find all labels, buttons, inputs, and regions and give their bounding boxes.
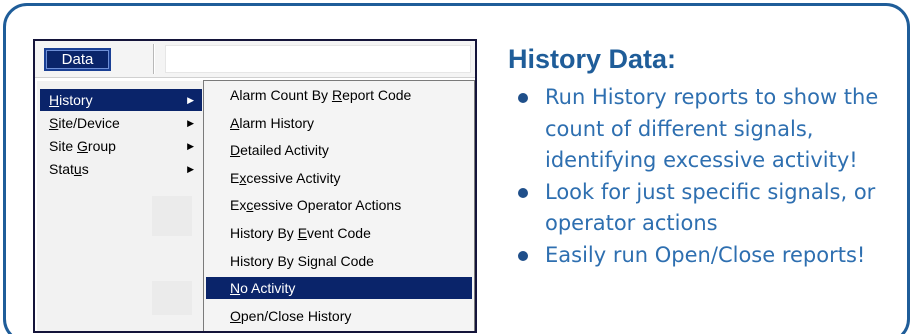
label-text: larm History [239,114,315,131]
feature-bullet: Look for just specific signals, or opera… [512,177,892,240]
label-text: nal Code [317,252,374,269]
label-text: etailed Activity [240,142,329,159]
submenu-arrow-icon: ▶ [187,118,194,128]
history-item-alarm-count-by-report-code[interactable]: Alarm Count By Report Code [206,84,472,106]
bullet-dot-icon [518,187,528,198]
submenu-arrow-icon: ▶ [187,164,194,174]
label-text: s [81,161,89,177]
label-text: Site [49,138,78,154]
data-submenu: History ▶ Site/Device ▶ Site Group ▶ Status ▶ [37,81,205,331]
menu-bar: Data [35,41,475,78]
feature-bullet: Run History reports to show the count of… [512,82,892,177]
submenu-arrow-icon: ▶ [187,141,194,151]
mnemonic-letter: N [230,280,241,297]
label-text: Alarm Count By [230,87,332,103]
label-text: vent Code [307,225,371,241]
mnemonic-letter: H [49,92,60,108]
label-text: Stat [49,161,74,177]
section-heading: History Data: [508,44,677,74]
mnemonic-letter: D [230,142,241,159]
label-text: istory [59,92,93,108]
bullet-dot-icon [518,250,528,261]
bullet-text: Run History reports to show the count of… [545,85,879,172]
label-text: History By Si [230,252,311,269]
toolbar-blank-area [165,45,471,73]
background-blur [152,196,192,236]
label-text: o Activity [240,280,296,297]
history-item-excessive-activity[interactable]: Excessive Activity [206,167,472,189]
submenu-item-history[interactable]: History ▶ [40,89,202,111]
data-menu-button[interactable]: Data [44,48,111,71]
label-text: ite/Device [58,115,120,131]
history-item-alarm-history[interactable]: Alarm History [206,112,472,134]
history-item-excessive-operator-actions[interactable]: Excessive Operator Actions [206,194,472,216]
mnemonic-letter: O [230,307,241,324]
mnemonic-letter: A [230,114,240,131]
submenu-item-site-device[interactable]: Site/Device ▶ [40,112,202,134]
label-text: E [230,169,240,186]
label-text: eport Code [342,87,412,103]
history-item-history-by-signal-code[interactable]: History By Signal Code [206,250,472,272]
label-text: roup [87,138,116,154]
history-item-no-activity[interactable]: No Activity [206,277,472,300]
label-text: History By [230,225,298,241]
history-item-history-by-event-code[interactable]: History By Event Code [206,222,472,244]
submenu-arrow-icon: ▶ [187,95,194,105]
menu-screenshot: Data History ▶ Site/Device ▶ Site Group ▶ Stat… [33,39,477,333]
label-text: cessive Activity [246,169,341,186]
mnemonic-letter: R [331,87,343,103]
label-text: Ex [230,197,247,214]
label-text: essive Operator Actions [253,197,402,214]
mnemonic-letter: g [310,252,318,269]
submenu-item-site-group[interactable]: Site Group ▶ [40,135,202,157]
mnemonic-letter: S [49,115,59,131]
feature-bullet: Easily run Open/Close reports! [512,240,892,272]
mnemonic-letter: u [73,161,82,177]
bullet-text: Look for just specific signals, or opera… [545,179,876,236]
menu-bar-separator [153,44,155,74]
mnemonic-letter: G [77,138,88,154]
label-text: pen/Close History [240,307,352,324]
history-item-open-close-history[interactable]: Open/Close History [206,305,472,327]
mnemonic-letter: E [297,225,308,241]
history-item-detailed-activity[interactable]: Detailed Activity [206,139,472,161]
background-blur [152,281,192,315]
feature-list: Run History reports to show the count of… [512,82,892,271]
bullet-text: Easily run Open/Close reports! [545,242,866,267]
bullet-dot-icon [518,93,528,103]
history-submenu: Alarm Count By Report Code Alarm History D… [203,80,475,331]
submenu-item-status[interactable]: Status ▶ [40,158,202,180]
